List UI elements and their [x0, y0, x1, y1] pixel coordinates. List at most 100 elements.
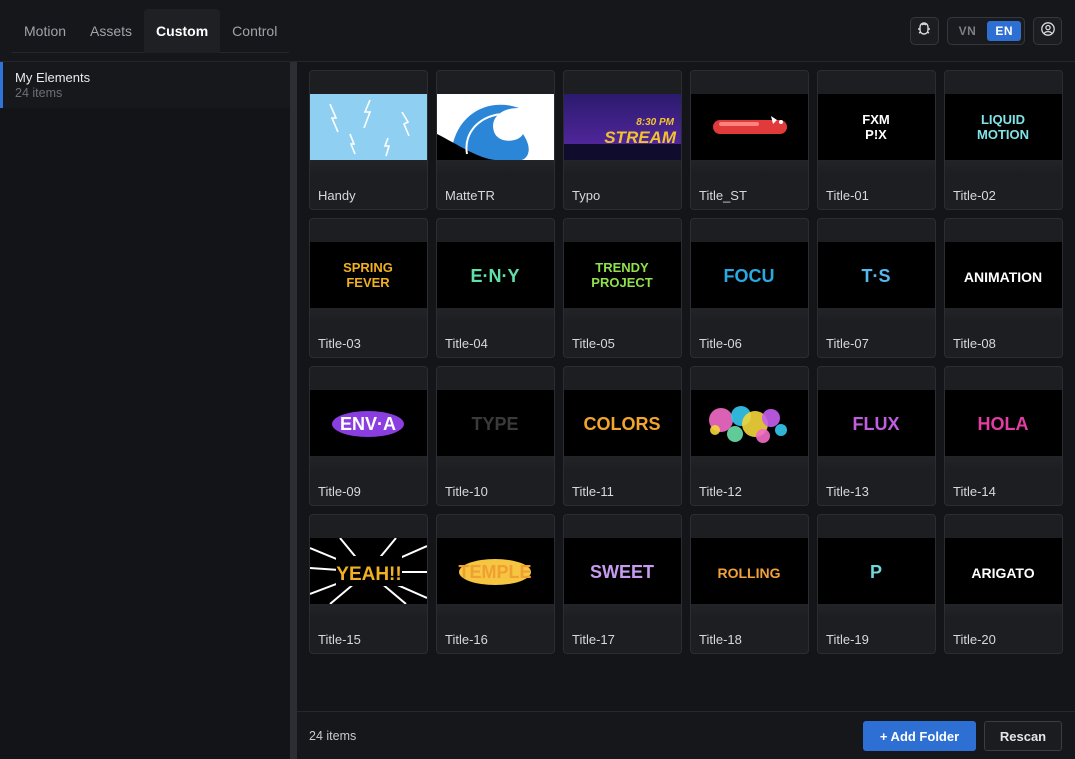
- element-thumbnail: SWEET: [564, 538, 681, 604]
- thumbnail-shadow: [691, 308, 808, 322]
- element-thumbnail: SPRING FEVER: [310, 242, 427, 308]
- element-thumbnail: ANIMATION: [945, 242, 1062, 308]
- tab-control[interactable]: Control: [220, 9, 289, 53]
- element-card[interactable]: TYPE Title-10: [436, 366, 555, 506]
- element-label: Title-03: [318, 336, 361, 351]
- thumbnail-shadow: [564, 308, 681, 322]
- rescan-button[interactable]: Rescan: [984, 721, 1062, 751]
- element-card[interactable]: ROLLING Title-18: [690, 514, 809, 654]
- element-card[interactable]: FLUX Title-13: [817, 366, 936, 506]
- element-label: Title-20: [953, 632, 996, 647]
- element-card[interactable]: SWEET Title-17: [563, 514, 682, 654]
- element-grid: Handy MatteTR 8:30 PM STREAM Typo Title_ST FXM…: [309, 70, 1063, 654]
- thumbnail-text: LIQUID: [981, 112, 1025, 127]
- thumbnail-text: TYPE: [471, 414, 518, 434]
- element-card[interactable]: Title-12: [690, 366, 809, 506]
- thumbnail-graphic: FXMP!X: [862, 112, 889, 142]
- thumbnail-graphic: COLORS: [583, 414, 660, 434]
- element-card[interactable]: MatteTR: [436, 70, 555, 210]
- thumbnail-graphic: ANIMATION: [964, 269, 1042, 285]
- element-thumbnail: P: [818, 538, 935, 604]
- language-en[interactable]: EN: [987, 21, 1021, 41]
- element-card[interactable]: FOCU Title-06: [690, 218, 809, 358]
- folder-my-elements[interactable]: My Elements 24 items: [0, 62, 290, 108]
- thumbnail-graphic: YEAH!!: [310, 538, 427, 604]
- element-label: Title-16: [445, 632, 488, 647]
- thumbnail-graphic: HOLA: [978, 414, 1029, 434]
- add-folder-button[interactable]: + Add Folder: [863, 721, 976, 751]
- thumbnail-text: COLORS: [583, 414, 660, 434]
- thumbnail-shadow: [945, 456, 1062, 470]
- element-label: Title-09: [318, 484, 361, 499]
- element-card[interactable]: Handy: [309, 70, 428, 210]
- element-thumbnail: [691, 390, 808, 456]
- element-label: Title-14: [953, 484, 996, 499]
- element-label: Title-02: [953, 188, 996, 203]
- panel-splitter[interactable]: [290, 62, 297, 759]
- tab-custom[interactable]: Custom: [144, 9, 221, 53]
- element-card[interactable]: FXM P!X Title-01: [817, 70, 936, 210]
- thumbnail-graphic: [713, 116, 787, 134]
- element-label: Title-04: [445, 336, 488, 351]
- account-button[interactable]: [1033, 17, 1062, 45]
- thumbnail-shadow: [945, 160, 1062, 174]
- language-vn[interactable]: VN: [951, 21, 985, 41]
- thumbnail-text: FLUX: [853, 414, 900, 434]
- thumbnail-graphic: 8:30 PMSTREAM: [564, 94, 681, 160]
- thumbnail-text: ROLLING: [718, 565, 781, 581]
- thumbnail-graphic: ARIGATO: [971, 565, 1034, 581]
- thumbnail-shadow: [818, 604, 935, 618]
- element-label: Title-19: [826, 632, 869, 647]
- element-card[interactable]: Title_ST: [690, 70, 809, 210]
- thumbnail-text: MOTION: [977, 127, 1029, 142]
- element-label: Typo: [572, 188, 601, 203]
- element-label: Title-12: [699, 484, 742, 499]
- thumbnail-text: STREAM: [604, 128, 677, 147]
- top-bar: Motion Assets Custom Control VN EN: [0, 0, 1075, 62]
- thumbnail-shadow: [310, 456, 427, 470]
- element-thumbnail: ENV·A: [310, 390, 427, 456]
- element-card[interactable]: ENV·A Title-09: [309, 366, 428, 506]
- thumbnail-graphic: E·N·Y: [471, 266, 520, 286]
- thumbnail-graphic: [310, 94, 427, 160]
- element-card[interactable]: HOLA Title-14: [944, 366, 1063, 506]
- element-card[interactable]: ARIGATO Title-20: [944, 514, 1063, 654]
- tab-motion[interactable]: Motion: [12, 9, 78, 53]
- thumbnail-text: YEAH!!: [336, 564, 401, 585]
- extension-icon: [916, 21, 932, 42]
- user-circle-icon: [1040, 21, 1056, 42]
- thumbnail-shadow: [564, 604, 681, 618]
- element-card[interactable]: TEMPLE Title-16: [436, 514, 555, 654]
- element-label: Title-17: [572, 632, 615, 647]
- thumbnail-text: FXM: [862, 112, 889, 127]
- extension-button[interactable]: [909, 17, 939, 45]
- tab-assets[interactable]: Assets: [78, 9, 144, 53]
- element-card[interactable]: SPRING FEVER Title-03: [309, 218, 428, 358]
- thumbnail-shadow: [691, 604, 808, 618]
- thumbnail-subtext: 8:30 PM: [636, 117, 674, 128]
- element-card[interactable]: ANIMATION Title-08: [944, 218, 1063, 358]
- element-card[interactable]: 8:30 PM STREAM Typo: [563, 70, 682, 210]
- element-card[interactable]: COLORS Title-11: [563, 366, 682, 506]
- element-thumbnail: TRENDY PROJECT: [564, 242, 681, 308]
- thumbnail-shadow: [437, 308, 554, 322]
- thumbnail-graphic: SWEET: [590, 562, 654, 582]
- element-card[interactable]: E·N·Y Title-04: [436, 218, 555, 358]
- element-thumbnail: LIQUID MOTION: [945, 94, 1062, 160]
- element-card[interactable]: P Title-19: [817, 514, 936, 654]
- thumbnail-text: ANIMATION: [964, 269, 1042, 285]
- element-label: MatteTR: [445, 188, 495, 203]
- thumbnail-shadow: [564, 456, 681, 470]
- thumbnail-graphic: T·S: [862, 266, 891, 286]
- element-card[interactable]: LIQUID MOTION Title-02: [944, 70, 1063, 210]
- element-card[interactable]: TRENDY PROJECT Title-05: [563, 218, 682, 358]
- thumbnail-graphic: FLUX: [853, 414, 900, 434]
- thumbnail-text: P: [870, 562, 882, 582]
- folder-sidebar: My Elements 24 items: [0, 62, 290, 759]
- element-thumbnail: E·N·Y: [437, 242, 554, 308]
- element-thumbnail: COLORS: [564, 390, 681, 456]
- element-card[interactable]: T·S Title-07: [817, 218, 936, 358]
- element-card[interactable]: YEAH!! Title-15: [309, 514, 428, 654]
- thumbnail-text: E·N·Y: [471, 266, 520, 286]
- thumbnail-text: SPRING: [343, 260, 393, 275]
